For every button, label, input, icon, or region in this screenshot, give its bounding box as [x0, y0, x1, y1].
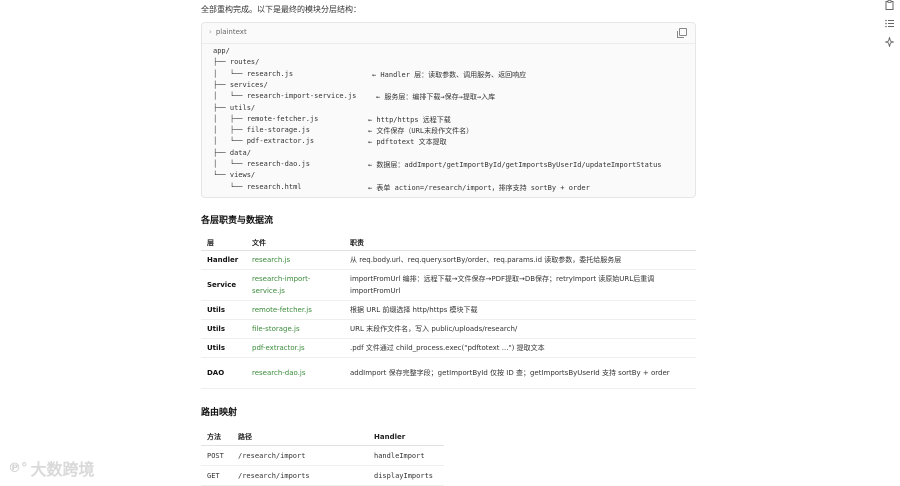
table-row: DAO research-dao.js addImport 保存完整字段；get…: [201, 357, 696, 389]
layer-cell: Service: [201, 269, 246, 301]
layer-cell: DAO: [201, 357, 246, 389]
clipboard-icon[interactable]: [885, 0, 894, 13]
copy-icon[interactable]: [677, 28, 687, 38]
desc-cell: URL 末段作文件名，写入 public/uploads/research/: [344, 319, 696, 339]
code-line: app/: [213, 47, 230, 55]
code-line: ├── services/: [213, 80, 268, 89]
watermark-logo: ℗°: [8, 460, 28, 476]
chevron-right-icon[interactable]: ›: [209, 28, 212, 36]
code-comment: ← 表单 action=/research/import，排序支持 sortBy…: [368, 183, 590, 192]
code-comment: ← 文件保存（URL末段作文件名）: [368, 127, 474, 136]
code-comment: ← 服务层：编排下载→保存→提取→入库: [376, 93, 496, 102]
code-language-label: › plaintext: [209, 28, 247, 36]
file-cell: research.js: [246, 250, 344, 270]
column-header: 层: [201, 235, 246, 251]
layer-cell: Utils: [201, 338, 246, 358]
file-cell: file-storage.js: [246, 319, 344, 339]
table-row: Utils pdf-extractor.js .pdf 文件通过 child_p…: [201, 338, 696, 358]
code-block-header: › plaintext: [202, 23, 695, 44]
code-comment: ← Handler 层：读取参数、调用服务、返回响应: [372, 70, 527, 79]
column-header: Handler: [368, 428, 444, 446]
desc-cell: addImport 保存完整字段；getImportById 仅按 ID 查；g…: [344, 357, 696, 389]
table-row: Utils remote-fetcher.js 根据 URL 前缀选择 http…: [201, 300, 696, 320]
code-line: │ └── research-dao.js: [213, 160, 310, 168]
code-line: │ └── research-import-service.js: [213, 92, 357, 101]
table-header-row: 方法 路径 Handler: [201, 428, 444, 446]
code-line: │ └── research.js: [213, 69, 294, 78]
column-header: 路径: [232, 428, 368, 446]
intro-text: 全部重构完成。以下是最终的模块分层结构：: [201, 5, 361, 14]
table-row: POST /research/import handleImport: [201, 445, 444, 466]
table-row: Service research-import-service.js impor…: [201, 269, 696, 301]
code-line: │ ├── remote-fetcher.js: [213, 114, 319, 123]
code-line: └── research.html: [213, 182, 302, 191]
code-line: ├── routes/: [213, 58, 260, 67]
code-line: └── views/: [213, 171, 256, 180]
side-toolbar: [882, 0, 896, 50]
code-line: │ ├── file-storage.js: [213, 126, 310, 135]
code-line: ├── data/: [213, 148, 251, 157]
sparkle-icon[interactable]: [883, 35, 895, 50]
code-line: ├── utils/: [213, 103, 256, 112]
desc-cell: 从 req.body.url、req.query.sortBy/order、re…: [344, 250, 696, 270]
layer-cell: Handler: [201, 250, 246, 270]
table-header-row: 层 文件 职责: [201, 235, 696, 251]
code-comment: ← pdftotext 文本提取: [368, 138, 447, 147]
layer-cell: Utils: [201, 300, 246, 320]
column-header: 职责: [344, 235, 696, 251]
table-row: Handler research.js 从 req.body.url、req.q…: [201, 250, 696, 270]
watermark-text: 大数跨境: [30, 460, 95, 479]
desc-cell: importFromUrl 编排：远程下载→文件保存→PDF提取→DB保存；re…: [344, 269, 696, 301]
route-table: 方法 路径 Handler POST /research/import hand…: [201, 428, 444, 486]
file-cell: research-dao.js: [246, 357, 344, 389]
code-comment: ← 数据层：addImport/getImportById/getImports…: [368, 161, 662, 169]
code-line: │ └── pdf-extractor.js: [213, 137, 315, 146]
section-title-responsibilities: 各层职责与数据流: [201, 216, 274, 226]
desc-cell: .pdf 文件通过 child_process.exec("pdftotext …: [344, 338, 696, 358]
path-cell: /research/import: [232, 445, 368, 466]
layer-cell: Utils: [201, 319, 246, 339]
handler-cell: handleImport: [368, 445, 444, 466]
desc-cell: 根据 URL 前缀选择 http/https 模块下载: [344, 300, 696, 320]
responsibility-table: 层 文件 职责 Handler research.js 从 req.body.u…: [201, 235, 696, 389]
file-cell: research-import-service.js: [246, 269, 344, 301]
file-cell: remote-fetcher.js: [246, 300, 344, 320]
column-header: 文件: [246, 235, 344, 251]
table-row: Utils file-storage.js URL 末段作文件名，写入 publ…: [201, 319, 696, 339]
watermark: ℗° 大数跨境: [8, 456, 95, 480]
code-block: › plaintext app/ ├── routes/ │ └── resea…: [201, 22, 696, 198]
column-header: 方法: [201, 428, 232, 446]
list-icon[interactable]: [884, 19, 894, 31]
section-title-routes: 路由映射: [201, 408, 238, 418]
file-cell: pdf-extractor.js: [246, 338, 344, 358]
method-cell: POST: [201, 445, 232, 466]
code-comment: ← http/https 远程下载: [368, 115, 451, 124]
code-language-text: plaintext: [215, 28, 247, 36]
